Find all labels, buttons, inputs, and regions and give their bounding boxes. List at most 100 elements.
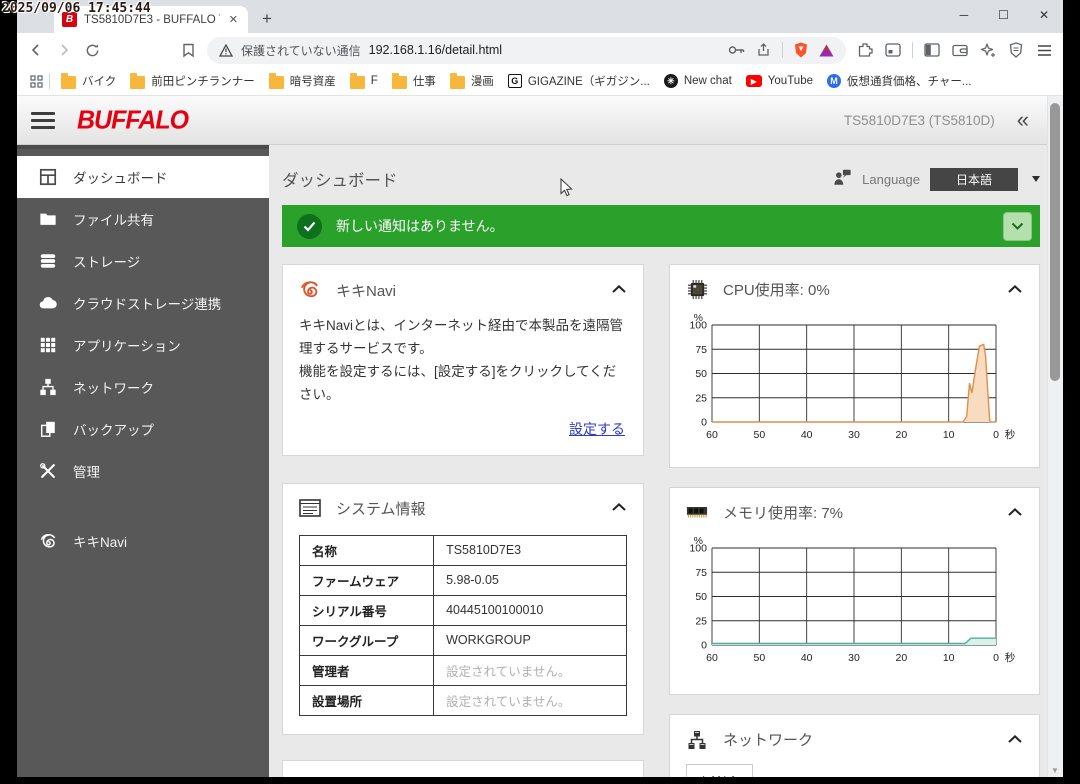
collapse-chevron-icon[interactable] [1007,281,1023,299]
sidebar-item[interactable]: ファイル共有 [17,198,269,240]
bookmark-item[interactable]: M 仮想通貨価格、チャー... [820,71,978,91]
new-tab-button[interactable]: + [262,9,272,29]
browser-menu-icon[interactable] [1035,41,1053,59]
bookmark-item[interactable]: 漫画 [443,71,501,91]
svg-text:20: 20 [895,429,907,441]
bookmark-icon [450,76,465,89]
collapse-chevron-icon[interactable] [611,281,627,299]
sidebar-item-label: ネットワーク [73,377,154,397]
collapse-chevron-icon[interactable] [1007,731,1023,749]
list-icon [299,498,321,518]
scrollbar-thumb[interactable] [1050,103,1060,381]
window-minimize-button[interactable]: ─ [960,8,969,22]
bookmark-icon [350,76,365,89]
bookmark-item[interactable]: 暗号資産 [262,71,343,91]
bookmark-item[interactable]: 前田ピンチランナー [123,71,262,91]
forward-icon[interactable] [55,41,73,59]
language-icon [832,167,852,192]
bookmark-icon [269,76,284,89]
scrollbar-down-arrow[interactable]: ▼ [1051,766,1059,775]
brave-shield-icon[interactable] [794,42,808,58]
sidebar-item[interactable]: バックアップ [17,408,269,450]
tab-lan1[interactable]: LAN 1 [686,764,753,777]
bookmarks-bar: バイク 前田ピンチランナー 暗号資産 F [17,67,1063,96]
kikinavi-swirl-icon [299,279,321,301]
sidebar-item[interactable]: ストレージ [17,240,269,282]
folder-icon [38,209,58,229]
disk-drive-icon [299,776,321,777]
table-row: 名称TS5810D7E3 [300,535,627,565]
app-header: BUFFALO TS5810D7E3 (TS5810D) « [17,96,1047,145]
bookmark-item[interactable]: バイク [54,71,123,91]
language-select[interactable]: 日本語 [930,168,1018,191]
notification-expand-button[interactable] [1003,212,1032,241]
table-row: ファームウェア5.98-0.05 [300,565,627,595]
svg-text:100: 100 [689,320,707,332]
bookmark-label: YouTube [768,75,813,87]
svg-text:25: 25 [695,392,707,404]
svg-text:0: 0 [701,640,707,652]
apps-grid-icon[interactable] [27,72,45,90]
shield-settings-icon[interactable] [1007,41,1025,59]
kikinavi-setup-link[interactable]: 設定する [569,421,625,437]
svg-text:0: 0 [701,417,707,429]
bookmark-flag-icon[interactable] [179,41,197,59]
bookmark-item[interactable]: ▶ YouTube [739,73,820,89]
extensions-icon[interactable] [856,41,874,59]
bookmark-item[interactable]: 仕事 [385,71,443,91]
security-warning-text: 保護されていない通信 [241,42,361,59]
browser-toolbar: 保護されていない通信 192.168.1.16/detail.html [17,33,1063,67]
share-icon[interactable] [756,43,771,57]
back-icon[interactable] [27,41,45,59]
brave-rewards-triangle-icon[interactable] [819,44,834,57]
storage-title: ストレージ [336,775,596,777]
sidebar-item[interactable]: アプリケーション [17,324,269,366]
sidebar-item-label: ダッシュボード [73,167,168,187]
bookmark-item[interactable]: ✳ New chat [657,72,739,90]
cpu-chip-icon [686,279,708,300]
svg-text:50: 50 [753,429,765,441]
svg-text:25: 25 [695,615,707,627]
sidebar-item[interactable]: キキNavi [17,520,269,562]
kikinavi-description: キキNaviとは、インターネット経由で本製品を遠隔管理するサービスです。機能を設… [283,313,643,407]
buffalo-logo: BUFFALO [77,105,188,135]
collapse-panel-icon[interactable]: « [1017,109,1029,131]
bookmark-label: 漫画 [471,73,494,89]
apps-icon [38,335,58,355]
cpu-card: CPU使用率: 0% %10075502506050403020100秒 [669,264,1040,468]
bookmark-item[interactable]: G GIGAZINE（ギガジン... [501,71,657,91]
address-bar[interactable]: 保護されていない通信 192.168.1.16/detail.html [207,37,846,64]
collapse-chevron-icon[interactable] [611,499,627,517]
sidebar-item[interactable]: ネットワーク [17,366,269,408]
language-caret-icon[interactable] [1032,176,1040,182]
tab-close-icon[interactable]: ✕ [227,13,240,26]
sidebar-toggle-icon[interactable] [923,41,941,59]
app-menu-icon[interactable] [31,112,55,129]
collapse-chevron-icon[interactable] [611,776,627,777]
search-panel-icon[interactable] [884,41,902,59]
url-text[interactable]: 192.168.1.16/detail.html [369,43,720,57]
cpu-usage-title: CPU使用率: 0% [723,279,992,300]
sidebar-item-label: アプリケーション [73,335,181,355]
collapse-chevron-icon[interactable] [1007,504,1023,522]
svg-text:50: 50 [695,591,707,603]
bookmark-label: 前田ピンチランナー [151,73,255,89]
notification-banner: 新しい通知はありません。 [282,205,1040,247]
network-card: ネットワーク LAN 1 [669,714,1040,777]
bookmark-icon: G [508,74,522,88]
sidebar-item[interactable]: クラウドストレージ連携 [17,282,269,324]
svg-text:30: 30 [848,652,860,664]
sidebar: ダッシュボード ファイル共有 ストレージ [17,145,269,777]
key-icon[interactable] [728,44,745,56]
bookmark-item[interactable]: F [343,72,385,91]
wallet-icon[interactable] [951,41,969,59]
page-scrollbar[interactable]: ▼ [1047,96,1063,777]
reload-icon[interactable] [83,41,101,59]
sparkle-star-icon[interactable] [979,41,997,59]
window-maximize-button[interactable]: ☐ [998,8,1009,22]
mouse-cursor [560,178,574,198]
sidebar-item-label: バックアップ [73,419,154,439]
sidebar-item[interactable]: ダッシュボード [17,156,269,198]
sidebar-item[interactable]: 管理 [17,450,269,492]
window-close-button[interactable]: ✕ [1039,8,1049,22]
